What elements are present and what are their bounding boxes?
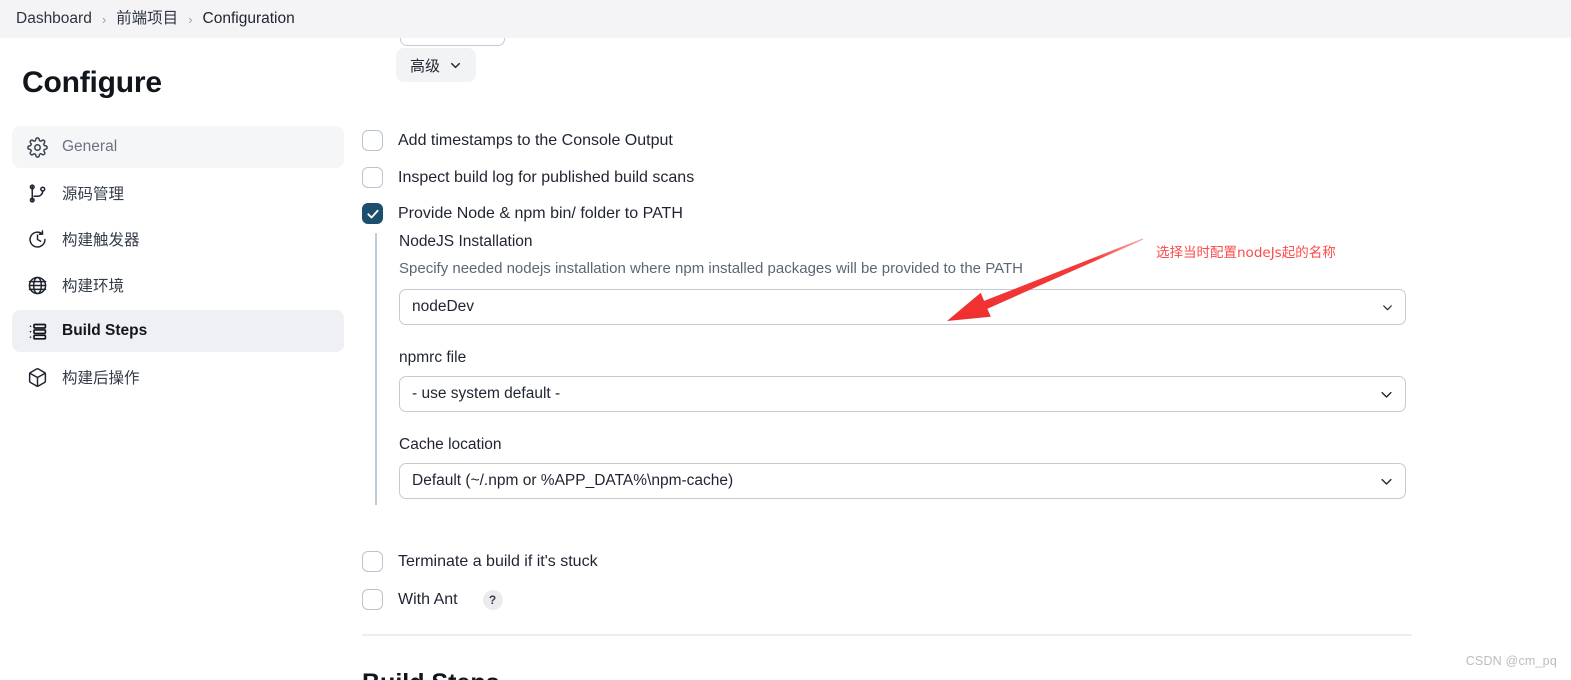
npmrc-file-select[interactable]: - use system default - <box>399 376 1406 412</box>
sidebar-item-post-build-actions[interactable]: 构建后操作 <box>12 356 344 398</box>
sidebar: Configure General 源码管理 构建触发器 构建环境 Build … <box>0 38 356 680</box>
package-icon <box>26 366 48 388</box>
sidebar-item-label: Build Steps <box>62 322 148 339</box>
build-steps-heading: Build Steps <box>362 668 500 680</box>
advanced-row: 高级 <box>396 48 477 82</box>
chevron-down-icon <box>1379 464 1394 498</box>
clock-icon <box>26 228 48 250</box>
checkbox-label: Provide Node & npm bin/ folder to PATH <box>398 204 683 222</box>
breadcrumb-item-dashboard[interactable]: Dashboard <box>8 0 100 38</box>
gear-icon <box>26 136 48 158</box>
advanced-button-label: 高级 <box>410 57 441 75</box>
nodejs-installation-value: nodeDev <box>412 298 475 315</box>
advanced-button[interactable]: 高级 <box>396 48 477 82</box>
npmrc-file-value: - use system default - <box>412 385 561 402</box>
checkbox-label: Inspect build log for published build sc… <box>398 168 695 186</box>
nodejs-installation-label: NodeJS Installation <box>399 233 533 250</box>
cache-location-label: Cache location <box>399 436 502 453</box>
sidebar-item-general[interactable]: General <box>12 126 344 168</box>
checkbox-provide-node-npm-path[interactable] <box>362 203 383 224</box>
watermark: CSDN @cm_pq <box>1465 654 1557 668</box>
chevron-down-icon <box>1381 290 1394 324</box>
breadcrumb-separator-icon: › <box>188 11 193 27</box>
checkbox-row-terminate-stuck-build[interactable]: Terminate a build if it's stuck <box>362 551 598 572</box>
settings-nav: General 源码管理 构建触发器 构建环境 Build Steps 构建后操… <box>0 126 356 398</box>
steps-list-icon <box>26 320 48 342</box>
git-branch-icon <box>26 182 48 204</box>
cache-location-select[interactable]: Default (~/.npm or %APP_DATA%\npm-cache) <box>399 463 1406 499</box>
main-content: 高级 Add timestamps to the Console Output … <box>356 20 1571 680</box>
breadcrumb: Dashboard › 前端项目 › Configuration <box>0 0 1571 38</box>
checkbox-label: With Ant <box>398 590 458 608</box>
sidebar-item-label: 构建触发器 <box>62 232 140 249</box>
help-icon[interactable]: ? <box>482 589 503 610</box>
checkbox-label: Add timestamps to the Console Output <box>398 131 673 149</box>
globe-icon <box>26 274 48 296</box>
checkbox-inspect-build-log[interactable] <box>362 167 383 188</box>
sidebar-item-label: General <box>62 138 118 155</box>
checkbox-row-inspect-build-log[interactable]: Inspect build log for published build sc… <box>362 167 694 188</box>
checkbox-add-timestamps[interactable] <box>362 130 383 151</box>
app-root: Dashboard › 前端项目 › Configuration Configu… <box>0 0 1571 680</box>
checkbox-row-add-timestamps[interactable]: Add timestamps to the Console Output <box>362 130 673 151</box>
sidebar-item-build-environment[interactable]: 构建环境 <box>12 264 344 306</box>
checkbox-terminate-stuck-build[interactable] <box>362 551 383 572</box>
checkbox-row-provide-node-npm-path[interactable]: Provide Node & npm bin/ folder to PATH <box>362 203 683 224</box>
chevron-down-icon <box>1379 377 1394 411</box>
npmrc-file-label: npmrc file <box>399 349 467 366</box>
nodejs-installation-help: Specify needed nodejs installation where… <box>399 260 1023 277</box>
sidebar-item-label: 源码管理 <box>62 186 125 203</box>
chevron-down-icon <box>449 59 462 72</box>
sidebar-item-source-management[interactable]: 源码管理 <box>12 172 344 214</box>
sidebar-item-build-triggers[interactable]: 构建触发器 <box>12 218 344 260</box>
nodejs-nested-group: NodeJS Installation Specify needed nodej… <box>375 233 1435 505</box>
checkbox-row-with-ant[interactable]: With Ant ? <box>362 589 503 610</box>
sidebar-item-label: 构建后操作 <box>62 370 140 387</box>
breadcrumb-item-configuration[interactable]: Configuration <box>195 0 303 38</box>
breadcrumb-separator-icon: › <box>101 11 107 27</box>
cache-location-value: Default (~/.npm or %APP_DATA%\npm-cache) <box>412 472 734 489</box>
sidebar-item-label: 构建环境 <box>62 278 125 295</box>
sidebar-item-build-steps[interactable]: Build Steps <box>12 310 344 352</box>
checkbox-with-ant[interactable] <box>362 589 383 610</box>
checkbox-label: Terminate a build if it's stuck <box>398 552 598 570</box>
breadcrumb-item-project[interactable]: 前端项目 <box>108 0 186 38</box>
nodejs-installation-select[interactable]: nodeDev <box>399 289 1406 325</box>
section-divider <box>362 634 1412 636</box>
page-title: Configure <box>22 66 162 99</box>
